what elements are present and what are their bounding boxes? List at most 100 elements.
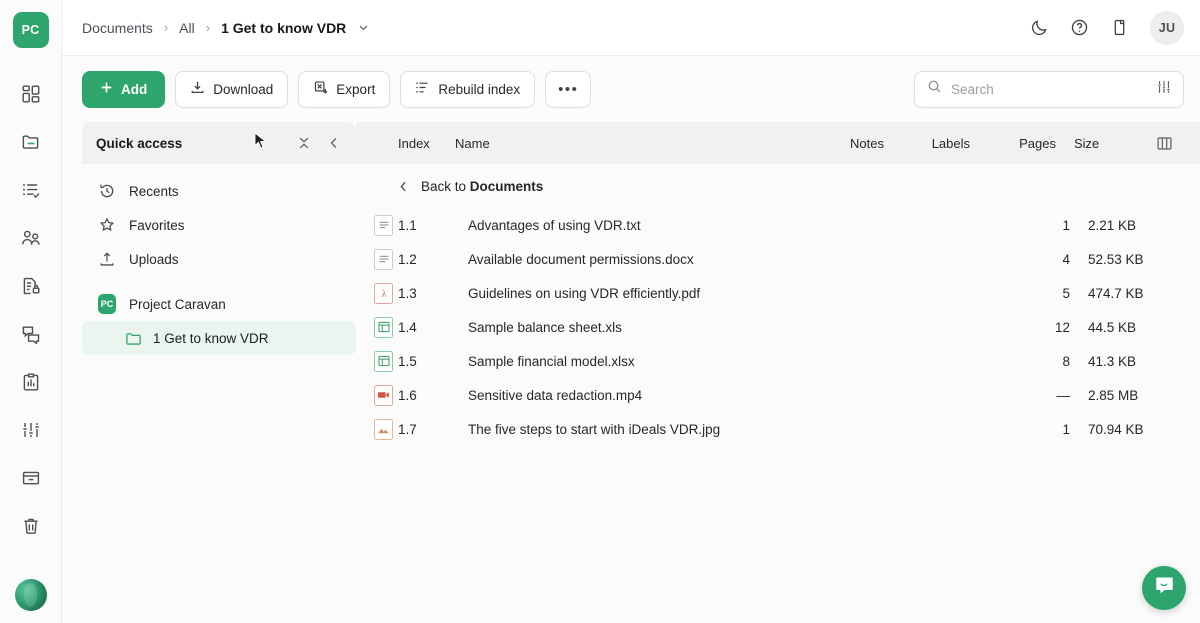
action-toolbar: Add Download Export Rebuild index ••• Se… — [62, 56, 1200, 122]
cell-name[interactable]: Sensitive data redaction.mp4 — [451, 388, 822, 403]
cell-index: 1.1 — [398, 217, 417, 233]
sidebar-item-users[interactable] — [0, 214, 61, 262]
column-header-labels[interactable]: Labels — [884, 136, 970, 151]
chevron-left-icon[interactable] — [324, 133, 344, 153]
folder-icon — [124, 330, 142, 347]
back-to-documents-row[interactable]: Back to Documents — [356, 164, 1200, 208]
cell-name[interactable]: Available document permissions.docx — [451, 252, 822, 267]
cell-pages: 5 — [1062, 285, 1070, 301]
rebuild-index-icon — [415, 80, 430, 98]
project-badge: PC — [98, 294, 116, 314]
sidebar-item-settings[interactable] — [0, 406, 61, 454]
filter-sliders-icon[interactable] — [1156, 79, 1172, 100]
quick-access-header: Quick access — [82, 122, 356, 164]
mouse-cursor — [254, 132, 267, 149]
cell-pages: 12 — [1054, 319, 1070, 335]
tree-item-project-caravan[interactable]: PC Project Caravan — [82, 287, 356, 321]
cell-size: 474.7 KB — [1088, 285, 1144, 301]
table-row[interactable]: 1.6 Sensitive data redaction.mp4 — 2.85 MB — [356, 378, 1200, 412]
column-header-name[interactable]: Name — [438, 136, 808, 151]
quick-access-item-label: Uploads — [129, 251, 179, 267]
tree-item-label: Project Caravan — [129, 296, 226, 312]
chat-launcher-button[interactable] — [1142, 566, 1186, 610]
cell-size: 41.3 KB — [1088, 353, 1137, 369]
cell-name[interactable]: Sample financial model.xlsx — [451, 354, 822, 369]
sidebar-item-reports[interactable] — [0, 358, 61, 406]
dark-mode-icon[interactable] — [1022, 11, 1056, 45]
breadcrumb-item-documents[interactable]: Documents — [82, 20, 153, 36]
quick-access-item-favorites[interactable]: Favorites — [82, 208, 356, 242]
table-row[interactable]: 1.2 Available document permissions.docx 4 5… — [356, 242, 1200, 276]
cell-name[interactable]: Guidelines on using VDR efficiently.pdf — [451, 286, 822, 301]
sidebar-item-checklists[interactable] — [0, 166, 61, 214]
table-row[interactable]: λ 1.3 Guidelines on using VDR efficiently.… — [356, 276, 1200, 310]
sidebar-item-dashboard[interactable] — [0, 70, 61, 118]
sidebar-item-documents[interactable] — [0, 118, 61, 166]
cell-name[interactable]: The five steps to start with iDeals VDR.… — [451, 422, 822, 437]
workspace-logo[interactable]: PC — [12, 12, 49, 48]
checklist-icon — [21, 180, 41, 200]
comments-icon — [21, 324, 41, 344]
row-file-icon — [356, 350, 398, 372]
add-button[interactable]: Add — [82, 70, 166, 108]
search-icon — [927, 79, 942, 99]
file-icon-pdf: λ — [374, 282, 393, 304]
columns-icon[interactable] — [1142, 135, 1186, 152]
account-avatar[interactable]: JU — [1150, 10, 1184, 45]
sidebar-item-qa[interactable] — [0, 310, 61, 358]
row-file-icon — [356, 214, 398, 236]
rebuild-index-button[interactable]: Rebuild index — [400, 70, 536, 108]
export-button[interactable]: Export — [298, 70, 391, 108]
search-box[interactable] — [914, 70, 1184, 108]
user-avatar[interactable] — [15, 579, 47, 611]
table-row[interactable]: 1.5 Sample financial model.xlsx 8 41.3 KB — [356, 344, 1200, 378]
cell-index: 1.7 — [398, 421, 417, 437]
quick-access-tree: Recents Favorites Uploads PC Project Car… — [82, 164, 356, 355]
breadcrumb-item-all[interactable]: All — [179, 20, 195, 36]
cell-index: 1.3 — [398, 285, 417, 301]
quick-access-item-recents[interactable]: Recents — [82, 174, 356, 208]
rail-items — [0, 70, 61, 550]
breadcrumb-separator: › — [163, 20, 169, 35]
cell-size: 2.85 MB — [1088, 387, 1139, 403]
documents-icon — [21, 132, 41, 152]
more-actions-button[interactable]: ••• — [545, 70, 592, 108]
cell-size: 44.5 KB — [1088, 319, 1137, 335]
cell-index: 1.4 — [398, 319, 417, 335]
column-header-pages[interactable]: Pages — [970, 136, 1056, 151]
column-header-notes[interactable]: Notes — [808, 136, 884, 151]
sidebar-item-permissions[interactable] — [0, 262, 61, 310]
column-header-index[interactable]: Index — [356, 136, 438, 151]
sidebar-item-archive[interactable] — [0, 454, 61, 502]
table-row[interactable]: 1.7 The five steps to start with iDeals V… — [356, 412, 1200, 446]
table-row[interactable]: 1.4 Sample balance sheet.xls 12 44.5 KB — [356, 310, 1200, 344]
rebuild-index-button-label: Rebuild index — [438, 81, 521, 97]
breadcrumb-item-current[interactable]: 1 Get to know VDR — [221, 20, 346, 36]
back-prefix: Back to — [421, 178, 467, 194]
help-icon[interactable] — [1062, 11, 1096, 45]
column-header-size[interactable]: Size — [1056, 136, 1142, 151]
primary-nav-rail: PC — [0, 0, 62, 623]
chevron-down-icon[interactable] — [357, 21, 370, 34]
quick-access-actions — [294, 133, 344, 153]
content-split: Quick access Recents Favorites Uploads P… — [62, 122, 1200, 623]
collapse-all-icon[interactable] — [294, 133, 314, 153]
panel-icon[interactable] — [1102, 11, 1136, 45]
sidebar-item-trash[interactable] — [0, 502, 61, 550]
tree-item-get-to-know-vdr[interactable]: 1 Get to know VDR — [82, 321, 356, 355]
table-header-row: Index Name Notes Labels Pages Size — [356, 122, 1200, 164]
download-button[interactable]: Download — [175, 70, 289, 108]
file-icon-spreadsheet — [374, 316, 393, 338]
file-icon-image — [374, 418, 393, 440]
search-input[interactable] — [951, 81, 1147, 97]
row-file-icon — [356, 316, 398, 338]
quick-access-item-uploads[interactable]: Uploads — [82, 242, 356, 276]
file-icon-document — [374, 248, 393, 270]
cell-name[interactable]: Advantages of using VDR.txt — [451, 218, 822, 233]
document-lock-icon — [21, 276, 41, 296]
cell-name[interactable]: Sample balance sheet.xls — [451, 320, 822, 335]
archive-icon — [21, 468, 41, 488]
quick-access-panel: Quick access Recents Favorites Uploads P… — [62, 122, 356, 623]
add-button-label: Add — [121, 81, 148, 97]
table-row[interactable]: 1.1 Advantages of using VDR.txt 1 2.21 KB — [356, 208, 1200, 242]
